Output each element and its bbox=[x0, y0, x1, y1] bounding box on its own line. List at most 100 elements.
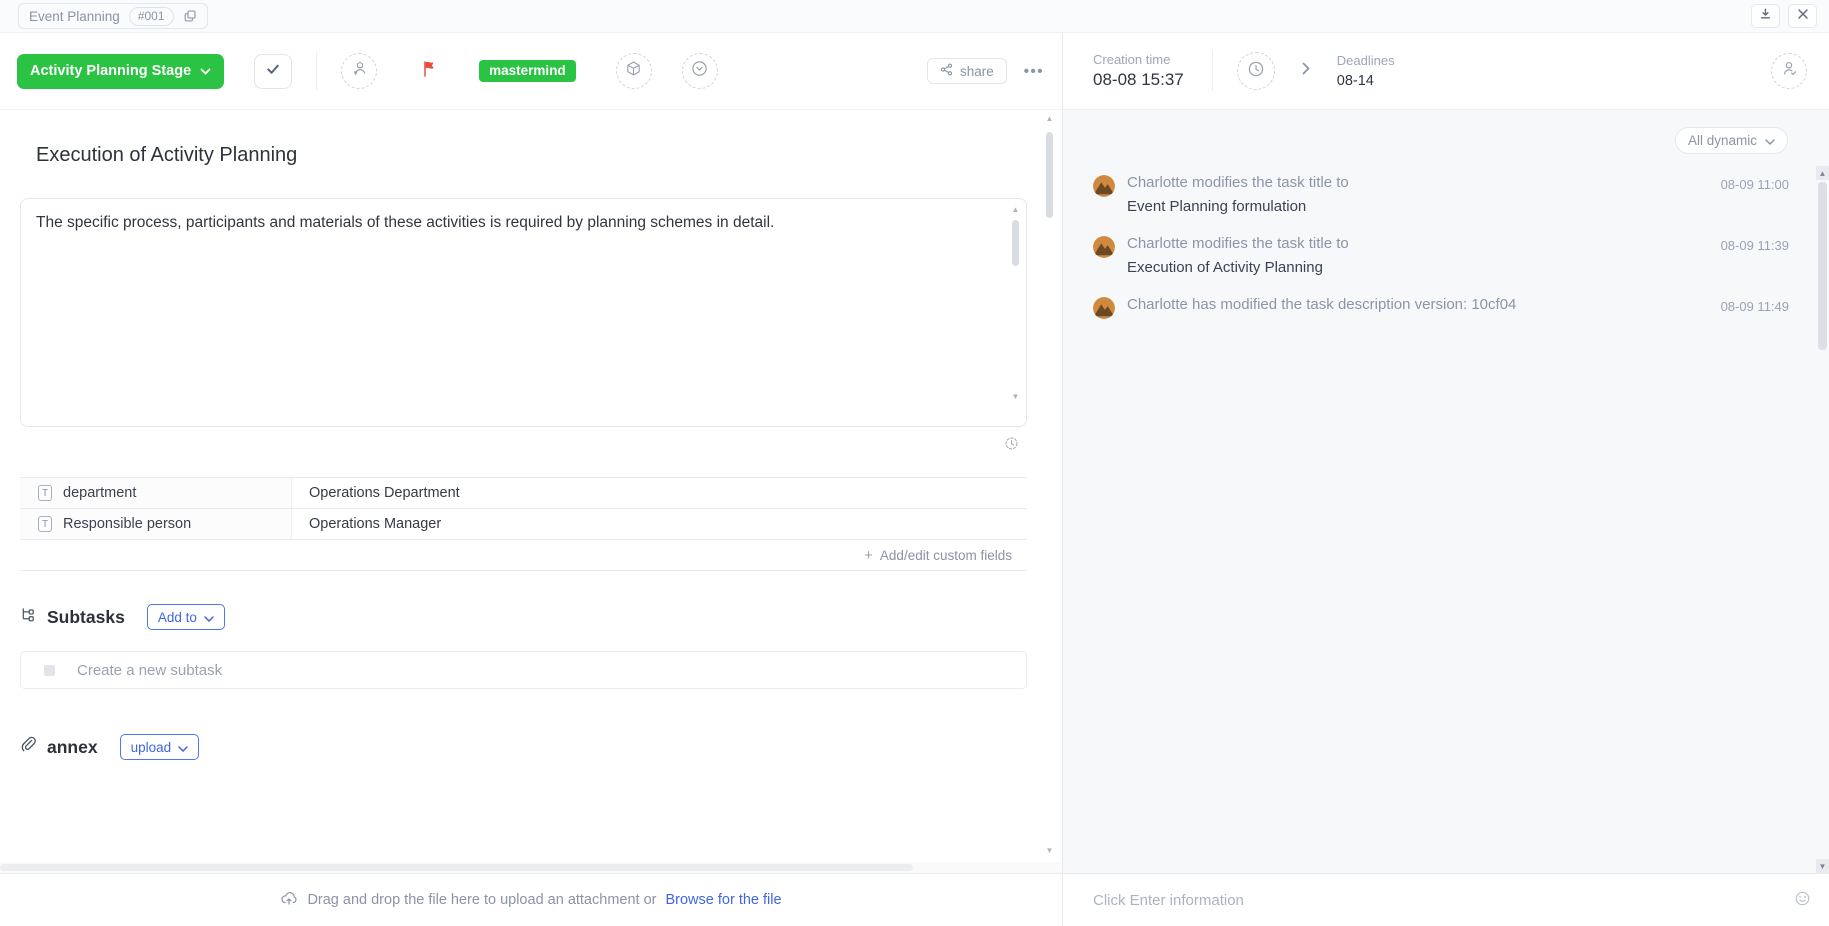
feed-item-detail: Event Planning formulation bbox=[1127, 198, 1349, 216]
collapse-panel-button[interactable] bbox=[1302, 62, 1310, 80]
subtasks-section-header: Subtasks Add to bbox=[20, 604, 1062, 630]
share-icon bbox=[940, 63, 953, 79]
cube-icon bbox=[625, 60, 642, 82]
scrollbar-thumb[interactable] bbox=[1012, 220, 1019, 266]
scroll-down-icon[interactable]: ▼ bbox=[1816, 859, 1829, 873]
details-header: Creation time 08-08 15:37 bbox=[1063, 33, 1829, 110]
browse-file-link[interactable]: Browse for the file bbox=[665, 892, 781, 908]
creation-time-block: Creation time 08-08 15:37 bbox=[1093, 52, 1184, 90]
workflow-status-button[interactable] bbox=[682, 53, 718, 89]
feed-item-text: Charlotte modifies the task title to Exe… bbox=[1127, 235, 1349, 277]
main-vertical-scrollbar[interactable]: ▲ ▼ bbox=[1043, 114, 1056, 856]
feed-item: Charlotte has modified the task descript… bbox=[1093, 296, 1789, 319]
scroll-up-icon: ▲ bbox=[1012, 205, 1020, 215]
activity-feed: All dynamic Charlotte modifies the task … bbox=[1063, 110, 1829, 873]
feed-item-action: Charlotte modifies the task title to bbox=[1127, 174, 1349, 192]
toolbar-divider bbox=[316, 52, 317, 90]
related-work-button[interactable] bbox=[616, 53, 652, 89]
history-clock-icon bbox=[1004, 436, 1019, 456]
header-divider bbox=[1212, 51, 1213, 91]
task-title[interactable]: Execution of Activity Planning bbox=[36, 144, 1062, 167]
more-options-button[interactable]: ••• bbox=[1022, 59, 1046, 84]
task-detail-window: Event Planning #001 bbox=[0, 0, 1829, 926]
ellipsis-icon: ••• bbox=[1024, 63, 1044, 80]
scroll-up-icon[interactable]: ▲ bbox=[1816, 166, 1829, 180]
field-label-cell: T department bbox=[20, 478, 292, 508]
emoji-button[interactable] bbox=[1794, 890, 1811, 911]
flag-icon bbox=[421, 60, 437, 83]
project-name-label[interactable]: Event Planning bbox=[29, 9, 120, 24]
deadline-block[interactable]: Deadlines 08-14 bbox=[1337, 53, 1395, 89]
reminder-clock-button[interactable] bbox=[1237, 52, 1275, 90]
subtasks-heading: Subtasks bbox=[47, 607, 125, 628]
scrollbar-thumb[interactable] bbox=[1818, 182, 1827, 350]
share-button[interactable]: share bbox=[927, 58, 1007, 84]
description-scrollbar[interactable]: ▲ ▼ bbox=[1009, 205, 1022, 402]
details-panel: Creation time 08-08 15:37 bbox=[1062, 33, 1829, 926]
add-custom-fields-label: Add/edit custom fields bbox=[880, 548, 1012, 563]
scrollbar-thumb[interactable] bbox=[0, 864, 913, 871]
feed-scrollbar[interactable]: ▲ ▼ bbox=[1816, 166, 1829, 873]
close-icon bbox=[1797, 7, 1809, 25]
annex-section-header: annex upload bbox=[20, 734, 1062, 760]
feed-filter-label: All dynamic bbox=[1688, 133, 1757, 148]
avatar[interactable] bbox=[1093, 175, 1115, 197]
scrollbar-thumb[interactable] bbox=[1046, 132, 1053, 218]
subtask-checkbox[interactable] bbox=[44, 665, 55, 676]
avatar[interactable] bbox=[1093, 236, 1115, 258]
feed-filter-dropdown[interactable]: All dynamic bbox=[1675, 127, 1788, 154]
plus-icon: + bbox=[864, 547, 873, 564]
deadline-label: Deadlines bbox=[1337, 53, 1395, 68]
upload-dropdown-button[interactable]: upload bbox=[120, 734, 200, 760]
field-label-cell: T Responsible person bbox=[20, 509, 292, 539]
duplicate-icon[interactable] bbox=[183, 9, 197, 23]
feed-item-text: Charlotte modifies the task title to Eve… bbox=[1127, 174, 1349, 216]
field-value-cell[interactable]: Operations Manager bbox=[292, 509, 441, 539]
clock-icon bbox=[1247, 60, 1265, 83]
chevron-down-icon bbox=[200, 63, 211, 79]
feed-item-detail: Execution of Activity Planning bbox=[1127, 259, 1349, 277]
chevron-down-icon bbox=[1765, 133, 1775, 148]
add-follower-button[interactable] bbox=[1771, 53, 1807, 89]
task-toolbar: Activity Planning Stage bbox=[0, 33, 1062, 110]
avatar[interactable] bbox=[1093, 297, 1115, 319]
table-row[interactable]: T department Operations Department bbox=[20, 477, 1027, 508]
tag-badge[interactable]: mastermind bbox=[479, 60, 576, 82]
feed-item-action: Charlotte has modified the task descript… bbox=[1127, 296, 1516, 314]
add-custom-fields-link[interactable]: + Add/edit custom fields bbox=[20, 539, 1027, 570]
status-label: Activity Planning Stage bbox=[30, 63, 191, 79]
attachment-dropzone[interactable]: Drag and drop the file here to upload an… bbox=[0, 873, 1062, 926]
close-window-button[interactable] bbox=[1788, 4, 1817, 28]
priority-flag-button[interactable] bbox=[421, 60, 437, 83]
feed-item: Charlotte modifies the task title to Exe… bbox=[1093, 235, 1789, 277]
dock-window-button[interactable] bbox=[1751, 4, 1780, 28]
circle-chevron-icon bbox=[691, 60, 708, 82]
text-field-type-icon: T bbox=[38, 485, 52, 501]
comment-input-placeholder[interactable]: Click Enter information bbox=[1093, 892, 1244, 909]
creation-time-label: Creation time bbox=[1093, 52, 1184, 67]
create-subtask-row[interactable]: Create a new subtask bbox=[20, 651, 1027, 689]
subtasks-tree-icon bbox=[20, 606, 37, 628]
complete-task-button[interactable] bbox=[254, 54, 292, 89]
comment-bar[interactable]: Click Enter information bbox=[1063, 873, 1829, 926]
feed-item-text: Charlotte has modified the task descript… bbox=[1127, 296, 1516, 314]
smiley-icon bbox=[1794, 890, 1811, 911]
description-editor[interactable]: The specific process, participants and m… bbox=[20, 198, 1027, 427]
field-label: department bbox=[63, 485, 136, 501]
titlebar: Event Planning #001 bbox=[0, 0, 1829, 33]
add-subtask-dropdown-button[interactable]: Add to bbox=[147, 604, 225, 630]
deadline-value: 08-14 bbox=[1337, 73, 1395, 89]
main-panel: Activity Planning Stage bbox=[0, 33, 1062, 926]
status-dropdown-button[interactable]: Activity Planning Stage bbox=[17, 54, 224, 89]
task-number-badge[interactable]: #001 bbox=[129, 7, 174, 26]
horizontal-scrollbar[interactable] bbox=[0, 862, 1062, 873]
task-content: Execution of Activity Planning The speci… bbox=[0, 110, 1062, 862]
field-value-cell[interactable]: Operations Department bbox=[292, 478, 460, 508]
annex-heading: annex bbox=[47, 737, 98, 758]
assign-member-button[interactable] bbox=[341, 53, 377, 89]
breadcrumb: Event Planning #001 bbox=[18, 3, 208, 29]
dock-icon bbox=[1759, 7, 1772, 25]
table-row[interactable]: T Responsible person Operations Manager bbox=[20, 508, 1027, 539]
share-label: share bbox=[960, 64, 994, 79]
description-history-button[interactable] bbox=[0, 427, 1062, 456]
